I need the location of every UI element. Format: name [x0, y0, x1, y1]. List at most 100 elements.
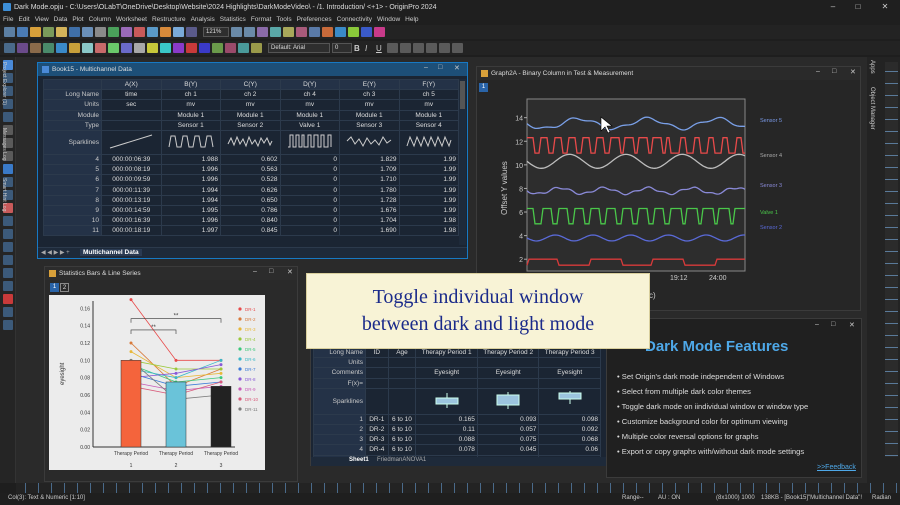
cell[interactable]: 0.045: [476, 444, 540, 456]
column-header[interactable]: E(Y): [339, 78, 400, 91]
rect-tool-icon[interactable]: [3, 164, 13, 174]
cell[interactable]: 0.092: [538, 423, 601, 436]
cell[interactable]: mv: [160, 99, 221, 111]
cell[interactable]: 0.075: [476, 434, 540, 446]
color-icon[interactable]: [3, 294, 13, 304]
cell[interactable]: 1.829: [339, 153, 400, 166]
boxplot-sparkline[interactable]: [415, 387, 478, 415]
layer-2-tab[interactable]: 2: [60, 283, 69, 292]
row-number[interactable]: 8: [43, 194, 102, 206]
row-number[interactable]: 10: [43, 215, 102, 227]
cell[interactable]: 0: [279, 204, 340, 217]
cell[interactable]: 000:00:18:19: [101, 225, 162, 237]
cell[interactable]: Sensor 3: [339, 119, 400, 131]
sheet1-tab[interactable]: Sheet1: [349, 457, 369, 463]
sparkline[interactable]: [339, 129, 400, 155]
cell[interactable]: 0.093: [476, 413, 540, 425]
hand-tool-icon[interactable]: [3, 216, 13, 226]
cell[interactable]: 1.99: [398, 194, 459, 206]
menu-analysis[interactable]: Analysis: [191, 16, 215, 23]
book-maximize-button[interactable]: □: [438, 64, 442, 71]
layer-indicator[interactable]: 1: [479, 83, 488, 92]
anchor-icon[interactable]: [3, 281, 13, 291]
cell[interactable]: 000:00:11:39: [101, 184, 162, 196]
column-header[interactable]: B(Y): [160, 78, 221, 91]
code-builder-icon[interactable]: [160, 27, 171, 37]
menu-tools[interactable]: Tools: [276, 16, 291, 23]
feedback-link[interactable]: >>Feedback: [817, 464, 856, 471]
cell[interactable]: 0.098: [538, 413, 601, 425]
cell[interactable]: 0.057: [476, 423, 540, 436]
worksheet-grid[interactable]: A(X) B(Y) C(Y) D(Y) E(Y) F(Y) Long Name …: [43, 78, 459, 237]
cell[interactable]: mv: [279, 99, 340, 111]
sparkline[interactable]: [220, 129, 281, 155]
tool-icon-o[interactable]: [186, 43, 197, 53]
new-matrix-icon[interactable]: [43, 27, 54, 37]
smart-hint-log-tab[interactable]: Smart Hint Log: [1, 178, 7, 211]
fmt-icon-b[interactable]: [400, 43, 411, 53]
menu-window[interactable]: Window: [377, 16, 400, 23]
mask-icon[interactable]: [309, 27, 320, 37]
copy-page-icon[interactable]: [134, 27, 145, 37]
column-header[interactable]: Therapy Period 1: [415, 346, 478, 359]
cell[interactable]: 1.988: [160, 153, 221, 166]
cell[interactable]: DR-2: [365, 423, 389, 436]
sparkline[interactable]: [160, 129, 221, 155]
cell[interactable]: 0.845: [220, 225, 281, 237]
cell[interactable]: 1.99: [398, 184, 459, 196]
row-number[interactable]: 1: [313, 413, 366, 425]
column-header[interactable]: D(Y): [279, 78, 340, 91]
merge-icon[interactable]: [3, 242, 13, 252]
cell[interactable]: 000:00:16:39: [101, 215, 162, 227]
row-number[interactable]: 7: [43, 184, 102, 196]
theme-icon[interactable]: [374, 27, 385, 37]
cell[interactable]: ch 5: [398, 89, 459, 101]
command-window-icon[interactable]: [186, 27, 197, 37]
column-header[interactable]: C(Y): [220, 78, 281, 91]
cell[interactable]: Sensor 4: [398, 119, 459, 131]
menu-connectivity[interactable]: Connectivity: [337, 16, 372, 23]
row-number[interactable]: 3: [313, 434, 366, 446]
add-legend-icon[interactable]: [283, 27, 294, 37]
data-reader-icon[interactable]: [296, 27, 307, 37]
cell[interactable]: 6 to 10: [387, 423, 417, 436]
italic-button[interactable]: I: [365, 44, 374, 53]
zoom-in-icon[interactable]: [231, 27, 242, 37]
menu-data[interactable]: Data: [54, 16, 68, 23]
layer-icon[interactable]: [270, 27, 281, 37]
refresh-icon[interactable]: [108, 27, 119, 37]
menu-column[interactable]: Column: [89, 16, 111, 23]
tool-icon-c[interactable]: [30, 43, 41, 53]
minimize-button[interactable]: –: [822, 0, 844, 14]
tool-icon-n[interactable]: [173, 43, 184, 53]
zoom-field[interactable]: 121%: [203, 27, 229, 37]
menu-format[interactable]: Format: [251, 16, 272, 23]
dark-mode-icon[interactable]: [361, 27, 372, 37]
new-graph-icon[interactable]: [30, 27, 41, 37]
graph-minimize-button[interactable]: –: [816, 68, 820, 75]
cell[interactable]: 1.995: [160, 204, 221, 217]
column-header[interactable]: F(Y): [398, 78, 459, 91]
apps-tab[interactable]: Apps: [869, 60, 875, 74]
fmt-icon-c[interactable]: [413, 43, 424, 53]
sheet-tab-multichannel[interactable]: Multichannel Data: [80, 249, 142, 256]
cell[interactable]: ch 4: [279, 89, 340, 101]
cell[interactable]: 1.728: [339, 194, 400, 206]
font-selector[interactable]: Default: Arial: [268, 43, 330, 53]
export-icon[interactable]: [147, 27, 158, 37]
cell[interactable]: Module 1: [279, 109, 340, 121]
cell[interactable]: 1.99: [398, 164, 459, 176]
tool-icon-d[interactable]: [43, 43, 54, 53]
cell[interactable]: sec: [101, 99, 162, 111]
cell[interactable]: ch 2: [220, 89, 281, 101]
cell[interactable]: 1.994: [160, 184, 221, 196]
cell[interactable]: 000:00:09:59: [101, 174, 162, 186]
tool-icon-r[interactable]: [225, 43, 236, 53]
cell[interactable]: Sensor 2: [220, 119, 281, 131]
row-number[interactable]: 4: [43, 153, 102, 166]
stats-graph-window[interactable]: Statistics Bars & Line Series – □ ✕ 1 2 …: [44, 266, 298, 482]
cell[interactable]: 6 to 10: [387, 444, 417, 456]
menu-help[interactable]: Help: [405, 16, 418, 23]
cell[interactable]: 1.709: [339, 164, 400, 176]
cell[interactable]: 000:00:08:19: [101, 164, 162, 176]
